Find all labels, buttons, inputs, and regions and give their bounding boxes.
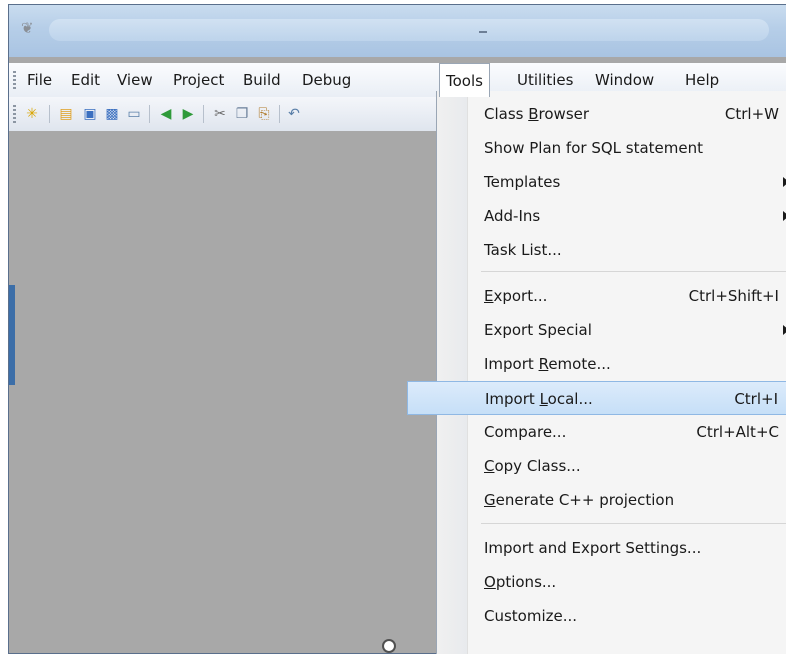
menu-utilities[interactable]: Utilities [517, 69, 573, 91]
menu-project[interactable]: Project [173, 69, 224, 91]
menu-item-class-browser[interactable]: Class Browser Ctrl+W [437, 97, 786, 131]
menubar-grip[interactable] [13, 71, 16, 89]
menu-item-add-ins[interactable]: Add-Ins [437, 199, 786, 233]
menu-item-export[interactable]: Export... Ctrl+Shift+I [437, 279, 786, 313]
title-bar[interactable]: ❦ [9, 5, 786, 57]
menu-item-templates[interactable]: Templates [437, 165, 786, 199]
toolbar-separator [149, 105, 150, 123]
menu-item-show-plan[interactable]: Show Plan for SQL statement [437, 131, 786, 165]
menu-item-import-local[interactable]: Import Local... Ctrl+I [407, 381, 786, 415]
menu-item-import-remote[interactable]: Import Remote... [437, 347, 786, 381]
shortcut-class-browser: Ctrl+W [724, 105, 779, 123]
menu-item-generate-cpp[interactable]: Generate C++ projection [437, 483, 786, 517]
cut-icon[interactable]: ✂ [211, 105, 229, 123]
forward-icon[interactable]: ▶ [179, 105, 197, 123]
left-edge-accent [9, 285, 15, 385]
menu-item-export-special[interactable]: Export Special [437, 313, 786, 347]
shortcut-export: Ctrl+Shift+I [688, 287, 779, 305]
window-title [49, 19, 769, 41]
menu-item-copy-class[interactable]: Copy Class... [437, 449, 786, 483]
open-folder-icon[interactable]: ▤ [57, 105, 75, 123]
menu-item-customize[interactable]: Customize... [437, 599, 786, 633]
new-project-icon[interactable]: ✳ [23, 105, 41, 123]
copy-icon[interactable]: ❐ [233, 105, 251, 123]
menu-item-options[interactable]: Options... [437, 565, 786, 599]
toolbar-grip[interactable] [13, 105, 16, 123]
tools-menu-dropdown: Class Browser Ctrl+W Show Plan for SQL s… [407, 91, 786, 654]
toolbar-separator [203, 105, 204, 123]
menu-item-task-list[interactable]: Task List... [437, 233, 786, 267]
menu-separator [481, 271, 786, 272]
menu-build[interactable]: Build [243, 69, 281, 91]
menu-file[interactable]: File [27, 69, 52, 91]
menu-window[interactable]: Window [595, 69, 654, 91]
menu-separator [481, 523, 786, 524]
menu-help[interactable]: Help [685, 69, 719, 91]
save-icon[interactable]: ▣ [81, 105, 99, 123]
app-icon: ❦ [21, 19, 34, 37]
toolbar-separator [49, 105, 50, 123]
menu-item-import-export-settings[interactable]: Import and Export Settings... [437, 531, 786, 565]
menu-item-compare[interactable]: Compare... Ctrl+Alt+C [437, 415, 786, 449]
undo-icon[interactable]: ↶ [285, 105, 303, 123]
title-dash [479, 31, 487, 33]
menu-tools[interactable]: Tools [439, 63, 490, 97]
back-icon[interactable]: ◀ [157, 105, 175, 123]
shortcut-import-local: Ctrl+I [734, 390, 778, 408]
print-icon[interactable]: ▭ [125, 105, 143, 123]
menu-view[interactable]: View [117, 69, 153, 91]
workspace-area [9, 131, 437, 653]
resize-handle[interactable] [382, 639, 396, 653]
menu-edit[interactable]: Edit [71, 69, 100, 91]
save-all-icon[interactable]: ▩ [103, 105, 121, 123]
paste-icon[interactable]: ⎘ [255, 105, 273, 123]
shortcut-compare: Ctrl+Alt+C [696, 423, 779, 441]
toolbar-separator [279, 105, 280, 123]
menu-debug[interactable]: Debug [302, 69, 351, 91]
